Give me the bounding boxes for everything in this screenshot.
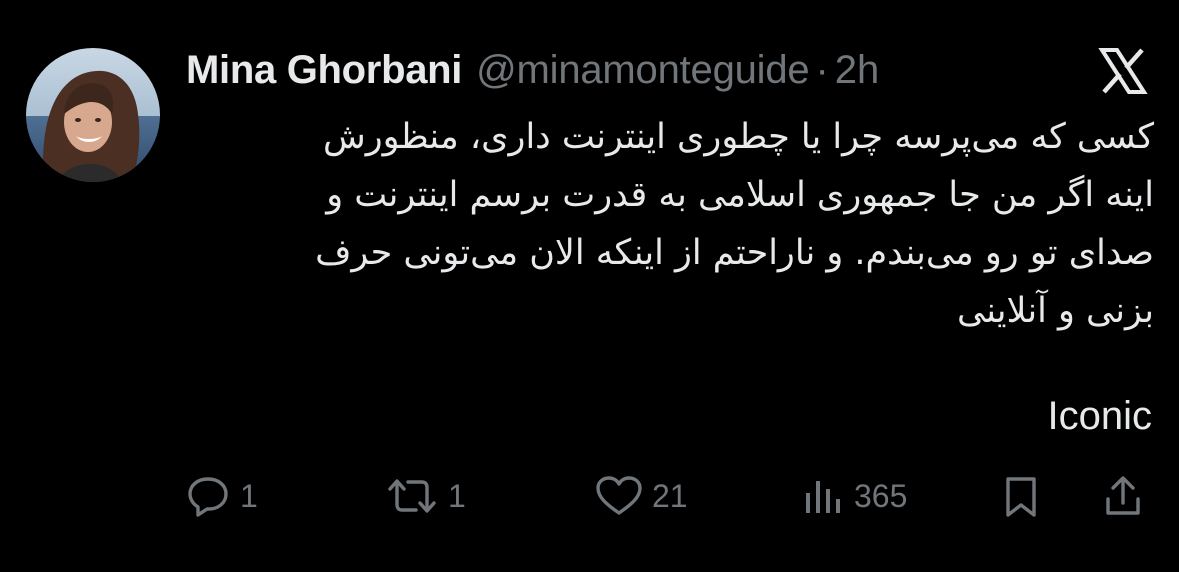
retweet-count: 1 [448,477,466,514]
heart-icon [594,473,644,519]
bookmark-icon [998,473,1044,519]
tweet-text-line: صدای تو رو می‌بندم. و ناراحتم از اینکه ا… [315,233,1154,273]
retweet-button[interactable]: 1 [384,470,466,522]
tweet-timestamp[interactable]: 2h [835,48,880,93]
action-bar: 1 1 21 365 [186,470,1156,522]
reply-count: 1 [240,477,258,514]
bookmark-button[interactable] [998,470,1044,522]
author-handle[interactable]: @minamonteguide [476,48,810,93]
like-count: 21 [652,477,688,514]
like-button[interactable]: 21 [594,470,688,522]
tweet-header: Mina Ghorbani @minamonteguide · 2h [186,42,879,98]
reply-icon [186,473,232,519]
reply-button[interactable]: 1 [186,470,258,522]
share-button[interactable] [1100,470,1146,522]
tweet-text-line: کسی که می‌پرسه چرا یا چطوری اینترنت داری… [323,117,1154,157]
tweet-caption: Iconic [1047,394,1153,438]
x-logo-icon [1098,46,1148,96]
views-count: 365 [854,477,908,514]
author-display-name[interactable]: Mina Ghorbani [186,48,462,93]
tweet-card[interactable]: Mina Ghorbani @minamonteguide · 2h کسی ک… [0,0,1179,572]
views-button[interactable]: 365 [800,470,907,522]
separator-dot: · [815,47,829,92]
analytics-icon [800,473,846,519]
tweet-text: کسی که می‌پرسه چرا یا چطوری اینترنت داری… [186,108,1154,340]
tweet-text-line: اینه اگر من جا جمهوری اسلامی به قدرت برس… [326,175,1154,215]
avatar[interactable] [26,48,160,182]
share-icon [1100,473,1146,519]
tweet-text-line: بزنی و آنلاینی [957,291,1154,331]
retweet-icon [384,473,440,519]
